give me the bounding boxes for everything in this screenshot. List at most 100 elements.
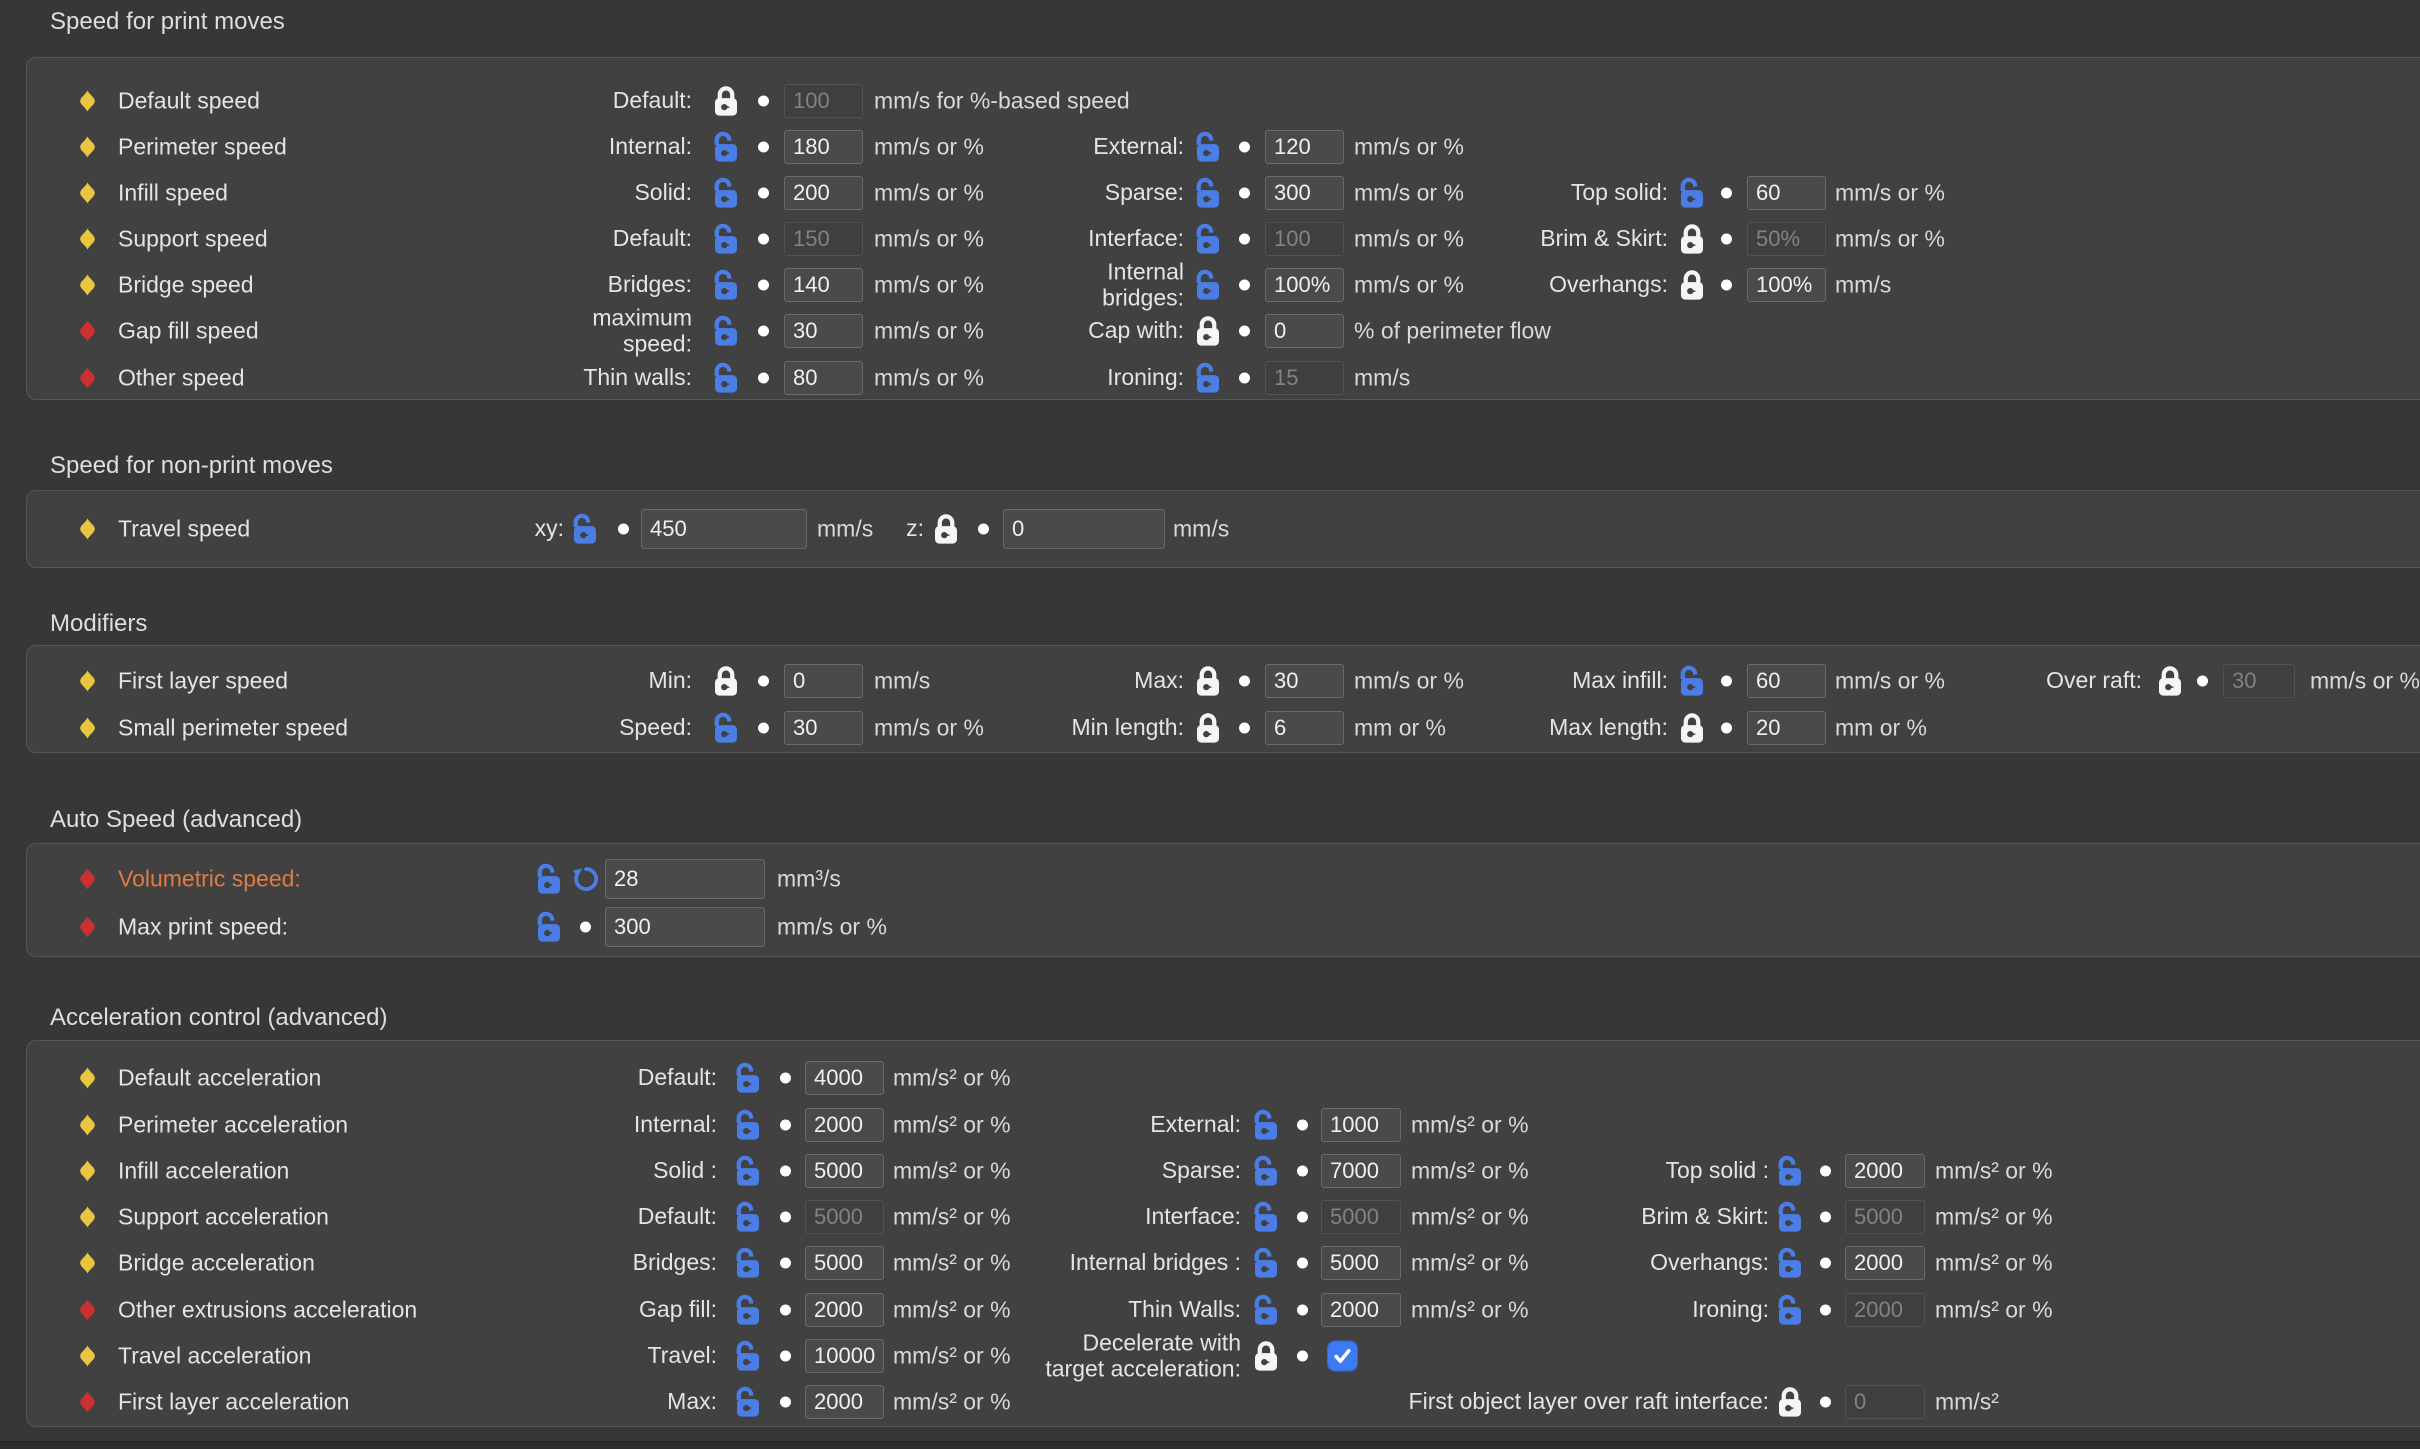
lock-icon[interactable] [1677,711,1707,745]
dot-icon[interactable] [780,1073,791,1084]
dot-icon[interactable] [1721,188,1732,199]
dot-icon[interactable] [1820,1212,1831,1223]
unlock-icon[interactable] [534,910,564,944]
lock-icon[interactable] [1193,314,1223,348]
dot-icon[interactable] [1297,1120,1308,1131]
dot-icon[interactable] [580,922,591,933]
value-input[interactable] [805,1061,884,1095]
unlock-icon[interactable] [711,314,741,348]
unlock-icon[interactable] [733,1246,763,1280]
dot-icon[interactable] [978,524,989,535]
undo-icon[interactable] [572,865,600,893]
dot-icon[interactable] [758,96,769,107]
dot-icon[interactable] [780,1166,791,1177]
unlock-icon[interactable] [1677,176,1707,210]
field-label: Thin Walls: [811,1297,1241,1323]
dot-icon[interactable] [1820,1258,1831,1269]
value-input[interactable] [1845,1246,1925,1280]
unlock-icon[interactable] [1251,1200,1281,1234]
lock-icon[interactable] [1193,711,1223,745]
dot-icon[interactable] [1820,1305,1831,1316]
unlock-icon[interactable] [1193,222,1223,256]
unlock-icon[interactable] [711,222,741,256]
unlock-icon[interactable] [1251,1154,1281,1188]
dot-icon[interactable] [1297,1212,1308,1223]
value-input[interactable] [784,84,863,118]
lock-icon[interactable] [711,84,741,118]
dot-icon[interactable] [1297,1258,1308,1269]
unlock-icon[interactable] [1677,664,1707,698]
dot-icon[interactable] [1297,1166,1308,1177]
value-input[interactable] [1265,314,1344,348]
value-input[interactable] [1747,222,1826,256]
unlock-icon[interactable] [733,1108,763,1142]
unlock-icon[interactable] [733,1385,763,1419]
lock-icon[interactable] [1677,268,1707,302]
dot-icon[interactable] [2197,676,2208,687]
value-input[interactable] [1845,1385,1925,1419]
unlock-icon[interactable] [1193,268,1223,302]
lock-icon[interactable] [1775,1385,1805,1419]
dot-icon[interactable] [1297,1305,1308,1316]
value-input[interactable] [1845,1154,1925,1188]
dot-icon[interactable] [1721,280,1732,291]
dot-icon[interactable] [1239,326,1250,337]
dot-icon[interactable] [1297,1351,1308,1362]
field-label: Bridges: [262,272,692,298]
unlock-icon[interactable] [534,862,564,896]
value-input[interactable] [805,1385,884,1419]
value-input[interactable] [2223,664,2295,698]
dot-icon[interactable] [780,1305,791,1316]
unlock-icon[interactable] [1775,1246,1805,1280]
unlock-icon[interactable] [1193,130,1223,164]
lock-icon[interactable] [931,512,961,546]
dot-icon[interactable] [1721,234,1732,245]
unlock-icon[interactable] [733,1061,763,1095]
unlock-icon[interactable] [1251,1246,1281,1280]
value-input[interactable] [605,907,765,947]
dot-icon[interactable] [1239,142,1250,153]
value-input[interactable] [1265,361,1344,395]
dot-icon[interactable] [780,1351,791,1362]
value-input[interactable] [1747,711,1826,745]
lock-icon[interactable] [2155,664,2185,698]
lock-icon[interactable] [1677,222,1707,256]
unlock-icon[interactable] [711,361,741,395]
unlock-icon[interactable] [1251,1293,1281,1327]
decelerate-checkbox[interactable] [1327,1341,1358,1372]
unlock-icon[interactable] [711,268,741,302]
dot-icon[interactable] [780,1120,791,1131]
unlock-icon[interactable] [1193,361,1223,395]
dot-icon[interactable] [780,1397,791,1408]
value-input[interactable] [1747,268,1826,302]
dot-icon[interactable] [780,1258,791,1269]
unlock-icon[interactable] [733,1154,763,1188]
dot-icon[interactable] [1820,1166,1831,1177]
unlock-icon[interactable] [1775,1293,1805,1327]
unlock-icon[interactable] [1193,176,1223,210]
dot-icon[interactable] [1239,373,1250,384]
unlock-icon[interactable] [733,1200,763,1234]
value-input[interactable] [1845,1200,1925,1234]
unlock-icon[interactable] [733,1293,763,1327]
dot-icon[interactable] [1820,1397,1831,1408]
unlock-icon[interactable] [1251,1108,1281,1142]
value-input[interactable] [1003,509,1165,549]
field-label: Overhangs: [1339,1250,1769,1276]
dot-icon[interactable] [780,1212,791,1223]
value-input[interactable] [1265,130,1344,164]
lock-icon[interactable] [1251,1339,1281,1373]
unlock-icon[interactable] [711,176,741,210]
unlock-icon[interactable] [1775,1200,1805,1234]
unlock-icon[interactable] [1775,1154,1805,1188]
lock-icon[interactable] [711,664,741,698]
lock-icon[interactable] [1193,664,1223,698]
unlock-icon[interactable] [733,1339,763,1373]
value-input[interactable] [605,859,765,899]
dot-icon[interactable] [1721,723,1732,734]
value-input[interactable] [1845,1293,1925,1327]
unlock-icon[interactable] [711,711,741,745]
value-input[interactable] [1321,1108,1401,1142]
unlock-icon[interactable] [711,130,741,164]
value-input[interactable] [1747,176,1826,210]
